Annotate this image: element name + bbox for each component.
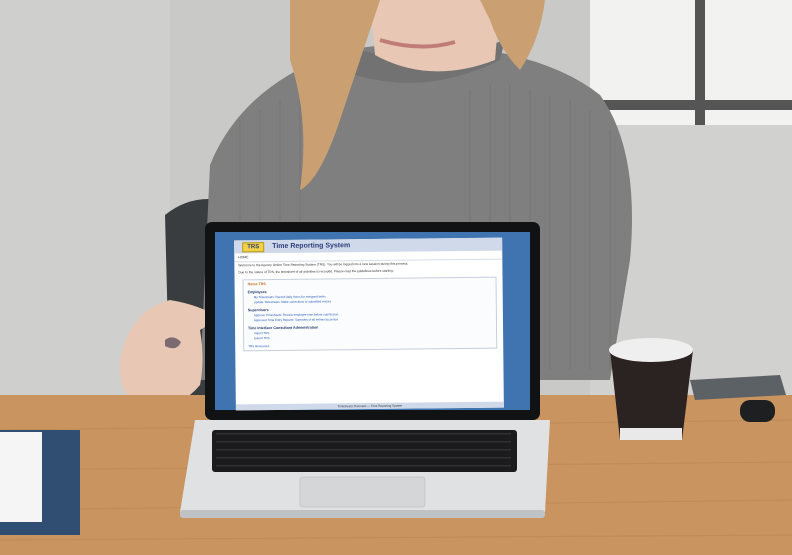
intro-line-2: Due to the nature of TRS, the timesheet … [238, 268, 394, 275]
home-panel: Home TRS Employees My Timesheets: Record… [242, 276, 498, 351]
photo-scene: TRS Time Reporting System HOME Welcome t… [0, 0, 792, 555]
link-trs-resources[interactable]: TRS Resources [248, 341, 492, 348]
cup-base [620, 428, 682, 440]
phone-stand [740, 400, 775, 422]
app-logo: TRS [242, 241, 265, 252]
notebook-paper [0, 432, 42, 522]
laptop-web-page: TRS Time Reporting System HOME Welcome t… [234, 237, 504, 411]
coffee-cup [610, 350, 693, 440]
face-chin [370, 0, 500, 72]
app-title: Time Reporting System [272, 242, 351, 251]
cup-lid [609, 338, 693, 362]
trackpad [299, 476, 426, 508]
panel-tab[interactable]: Home TRS [248, 279, 492, 286]
window-sill [590, 100, 792, 110]
laptop-edge [180, 510, 545, 518]
